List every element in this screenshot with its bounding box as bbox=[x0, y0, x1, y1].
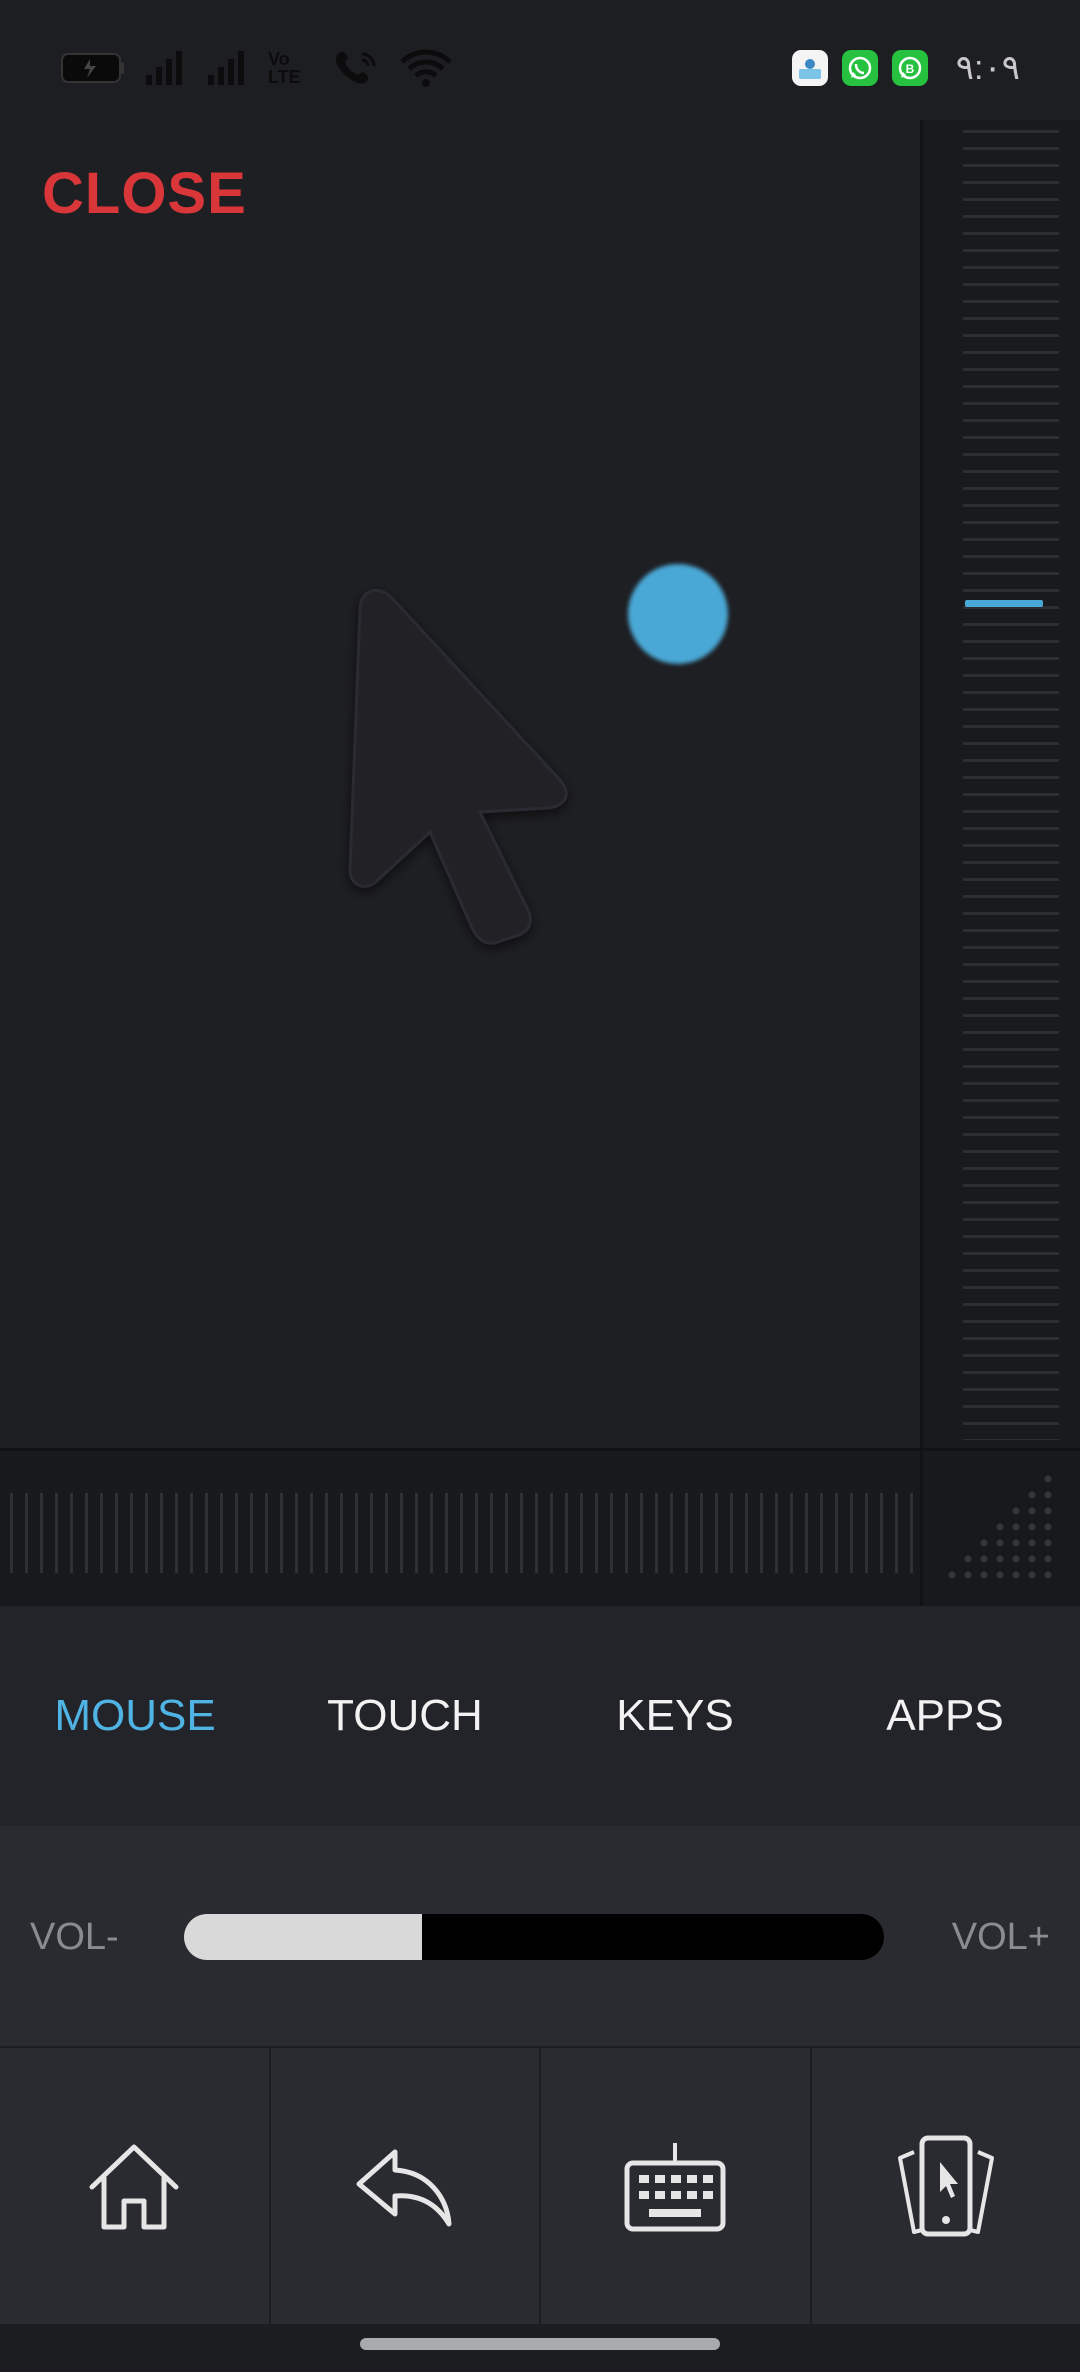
whatsapp-business-icon: B bbox=[891, 50, 928, 86]
home-button[interactable] bbox=[0, 2048, 271, 2326]
back-button[interactable] bbox=[271, 2048, 541, 2326]
status-icons-left: Vo LTE bbox=[60, 48, 452, 88]
tab-mouse[interactable]: MOUSE bbox=[0, 1606, 270, 1826]
volume-up-button[interactable]: VOL+ bbox=[952, 1916, 1050, 1959]
horizontal-scroll-track[interactable] bbox=[10, 1493, 915, 1573]
mouse-pointer-icon bbox=[348, 588, 568, 945]
wifi-icon bbox=[400, 49, 452, 87]
grip-dots-icon bbox=[948, 1475, 1052, 1579]
home-icon bbox=[89, 2144, 179, 2230]
battery-icon bbox=[61, 53, 124, 83]
vertical-scroll-strip[interactable] bbox=[920, 120, 1080, 1448]
navigation-bar bbox=[0, 2046, 1080, 2326]
whatsapp-icon bbox=[841, 50, 878, 86]
signal-bars-icon bbox=[146, 51, 182, 85]
volte-label: Vo LTE bbox=[268, 49, 301, 87]
keyboard-button[interactable] bbox=[541, 2048, 812, 2326]
volume-slider[interactable] bbox=[184, 1914, 884, 1960]
app-icon bbox=[791, 50, 828, 86]
volume-row: VOL- VOL+ bbox=[0, 1826, 1080, 2046]
status-bar: Vo LTE B ٩:٠٩ bbox=[0, 0, 1080, 120]
vertical-scroll-track[interactable] bbox=[963, 130, 1059, 1440]
keyboard-icon bbox=[624, 2143, 726, 2232]
touch-point-indicator bbox=[628, 564, 728, 664]
vertical-scroll-thumb[interactable] bbox=[965, 600, 1043, 607]
mode-tab-bar: MOUSE TOUCH KEYS APPS bbox=[0, 1606, 1080, 1826]
recent-apps-button[interactable] bbox=[812, 2048, 1080, 2326]
status-time: ٩:٠٩ bbox=[955, 49, 1020, 87]
tab-keys[interactable]: KEYS bbox=[540, 1606, 810, 1826]
recent-apps-icon bbox=[897, 2135, 994, 2237]
tab-touch[interactable]: TOUCH bbox=[270, 1606, 540, 1826]
resize-grip bbox=[920, 1448, 1080, 1609]
horizontal-scroll-strip[interactable] bbox=[0, 1448, 920, 1609]
wifi-calling-icon bbox=[336, 51, 376, 84]
signal-bars-icon bbox=[208, 51, 244, 85]
volume-down-button[interactable]: VOL- bbox=[30, 1916, 119, 1959]
svg-text:B: B bbox=[905, 62, 914, 76]
status-icons-right: B ٩:٠٩ bbox=[791, 48, 1020, 88]
close-button[interactable]: CLOSE bbox=[42, 160, 247, 227]
volume-slider-fill bbox=[184, 1914, 422, 1960]
back-arrow-icon bbox=[356, 2149, 452, 2227]
home-indicator[interactable] bbox=[360, 2338, 720, 2350]
tab-apps[interactable]: APPS bbox=[810, 1606, 1080, 1826]
